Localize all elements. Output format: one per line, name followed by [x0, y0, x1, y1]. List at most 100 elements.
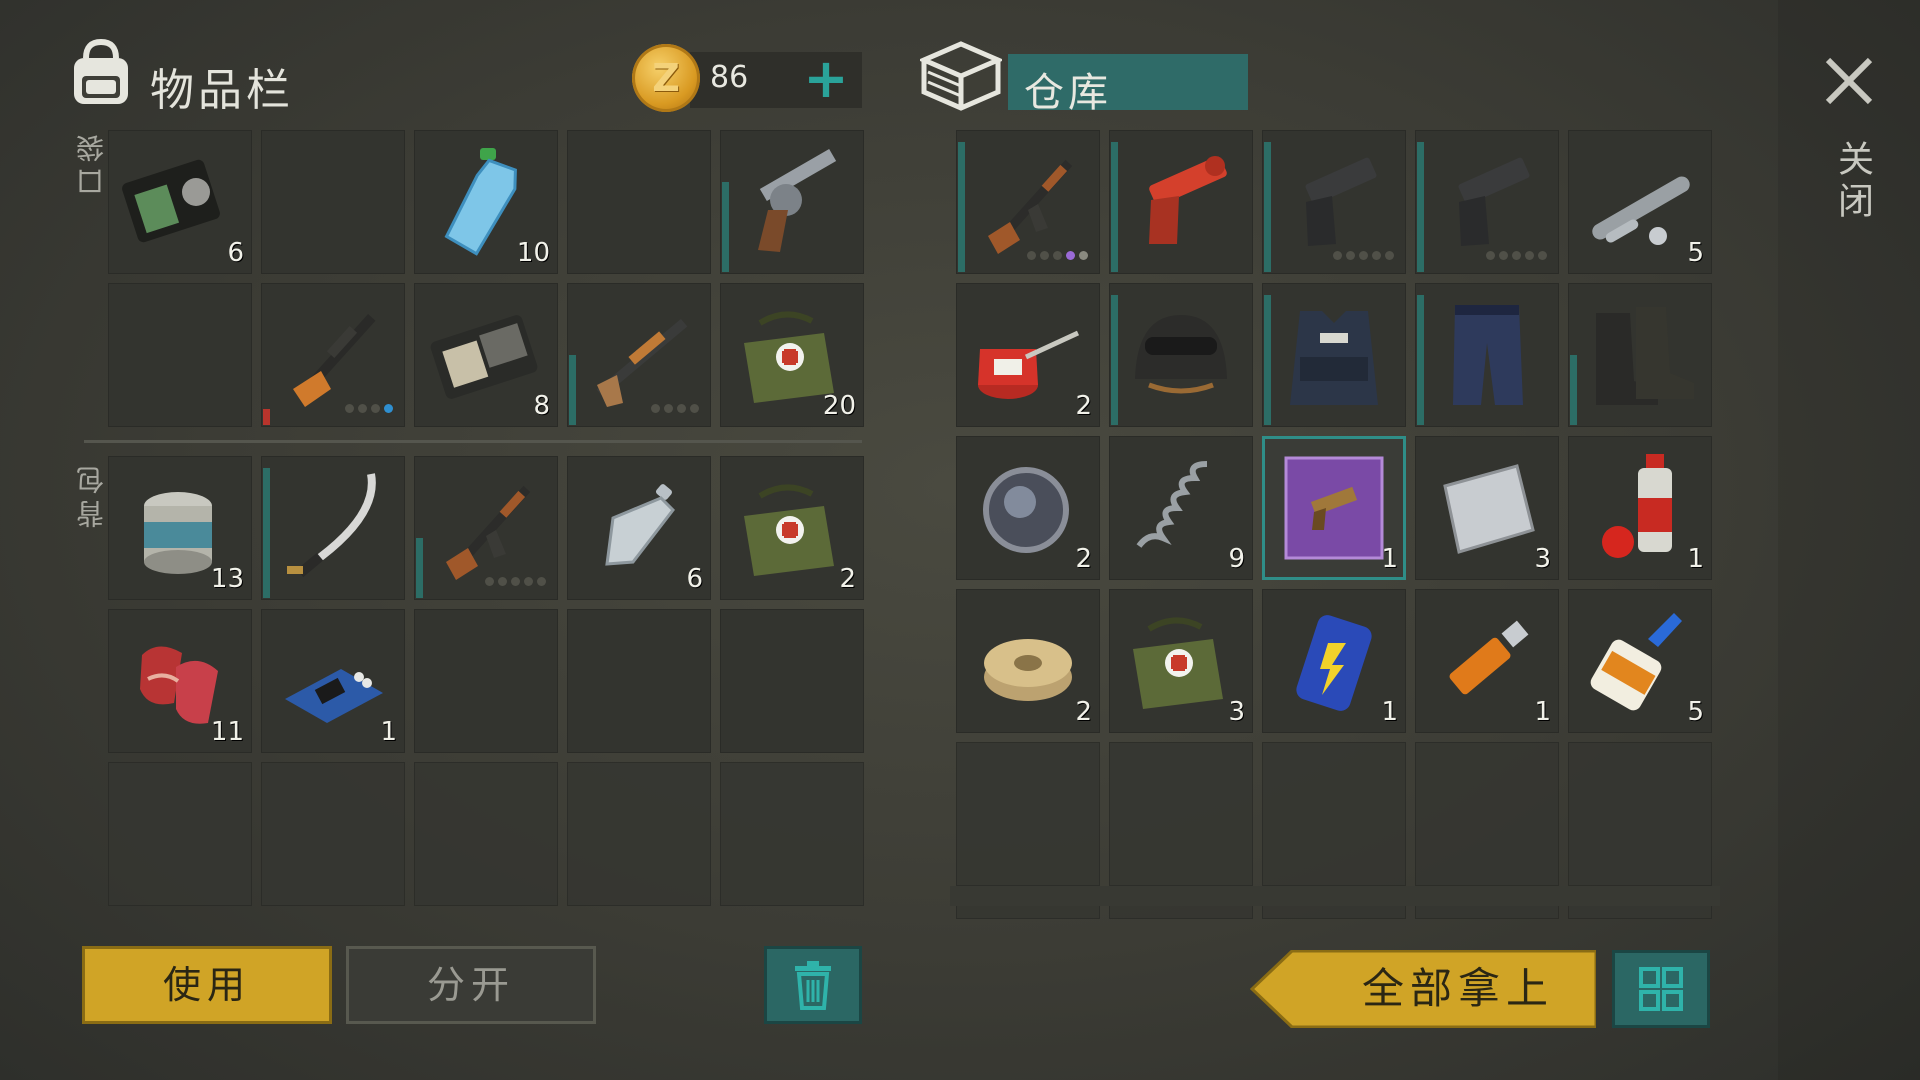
coin-icon: Z [632, 44, 700, 112]
storage-slot[interactable] [1415, 283, 1559, 427]
durability-bar [263, 409, 270, 425]
backpack-slot-empty[interactable] [414, 609, 558, 753]
upgrade-dots [1333, 251, 1394, 260]
storage-slot[interactable]: 1 [1262, 589, 1406, 733]
storage-title: 仓库 [1024, 70, 1112, 116]
pistol-icon [1458, 157, 1530, 246]
pocket-slot[interactable]: 10 [414, 130, 558, 274]
pocket-label: 口袋 [75, 128, 108, 196]
storage-slot[interactable] [1109, 283, 1253, 427]
upgrade-dots [345, 404, 393, 413]
wire-spool-icon [984, 639, 1072, 701]
empty-bottle-icon [605, 484, 675, 566]
storage-slot[interactable]: 2 [956, 589, 1100, 733]
item-quantity: 2 [1075, 697, 1092, 727]
backpack-slot[interactable]: 11 [108, 609, 252, 753]
durability-bar [1417, 142, 1424, 272]
pocket-slot[interactable] [720, 130, 864, 274]
backpack-slot[interactable] [261, 456, 405, 600]
medical-bag-icon [1133, 617, 1223, 709]
boots-icon [1596, 307, 1694, 405]
backpack-slot-empty[interactable] [414, 762, 558, 906]
oil-can-icon [978, 330, 1080, 399]
blueprint-icon [1284, 456, 1384, 560]
section-divider [84, 440, 862, 443]
energy-drink-icon [1296, 615, 1372, 711]
storage-slot[interactable] [1109, 130, 1253, 274]
lens-icon [983, 467, 1069, 553]
pocket-slot[interactable]: 20 [720, 283, 864, 427]
pocket-slot[interactable]: 6 [108, 130, 252, 274]
item-quantity: 1 [1381, 544, 1398, 574]
backpack-slot-empty[interactable] [720, 762, 864, 906]
durability-bar [722, 182, 729, 272]
medical-bag-icon [744, 484, 834, 576]
storage-crate-icon [920, 41, 1002, 111]
pocket-slot-empty[interactable] [108, 283, 252, 427]
storage-slot[interactable] [1415, 130, 1559, 274]
backpack-slot[interactable]: 6 [567, 456, 711, 600]
storage-slot[interactable] [1262, 283, 1406, 427]
item-quantity: 2 [1075, 544, 1092, 574]
storage-slot[interactable]: 3 [1109, 589, 1253, 733]
storage-slot[interactable]: 1 [1415, 589, 1559, 733]
storage-slot-empty[interactable] [1109, 742, 1253, 886]
trash-button[interactable] [764, 946, 862, 1024]
storage-slot[interactable]: 2 [956, 283, 1100, 427]
sort-button[interactable] [1612, 950, 1710, 1028]
inventory-title: 物品栏 [150, 65, 294, 116]
storage-slot[interactable]: 3 [1415, 436, 1559, 580]
storage-slot[interactable]: 1 [1262, 436, 1406, 580]
storage-slot[interactable]: 1 [1568, 436, 1712, 580]
usb-drive-icon [1449, 620, 1529, 695]
patrol-officer-wallet-icon [430, 315, 538, 399]
upgrade-dots [485, 577, 546, 586]
backpack-slot-empty[interactable] [108, 762, 252, 906]
storage-slot[interactable]: 5 [1568, 589, 1712, 733]
backpack-slot-empty[interactable] [720, 609, 864, 753]
upgrade-dots [651, 404, 699, 413]
item-quantity: 5 [1687, 238, 1704, 268]
item-quantity: 1 [1534, 697, 1551, 727]
backpack-slot[interactable]: 2 [720, 456, 864, 600]
storage-slot-empty[interactable] [1568, 742, 1712, 886]
pocket-slot[interactable] [567, 283, 711, 427]
backpack-slot[interactable]: 13 [108, 456, 252, 600]
add-coins-button[interactable]: + [800, 52, 852, 106]
gun-parts-icon [1592, 176, 1690, 245]
pistol-icon [1305, 157, 1377, 246]
storage-slot[interactable] [956, 130, 1100, 274]
split-button[interactable]: 分开 [346, 946, 596, 1024]
take-all-button[interactable]: 全部拿上 [1250, 950, 1596, 1028]
storage-slot-empty[interactable] [956, 742, 1100, 886]
metal-sheet-icon [1443, 464, 1535, 554]
backpack-slot-empty[interactable] [567, 762, 711, 906]
storage-scroll-edge [950, 886, 1720, 906]
durability-bar [958, 142, 965, 272]
pocket-slot-empty[interactable] [261, 130, 405, 274]
backpack-slot[interactable] [414, 456, 558, 600]
storage-slot[interactable]: 2 [956, 436, 1100, 580]
item-quantity: 13 [210, 564, 244, 594]
storage-slot[interactable]: 5 [1568, 130, 1712, 274]
backpack-slot-empty[interactable] [261, 762, 405, 906]
circuit-board-icon [285, 669, 383, 723]
use-button[interactable]: 使用 [82, 946, 332, 1024]
backpack-slot[interactable]: 1 [261, 609, 405, 753]
storage-slot[interactable] [1262, 130, 1406, 274]
storage-slot[interactable]: 9 [1109, 436, 1253, 580]
item-quantity: 8 [533, 391, 550, 421]
item-quantity: 3 [1228, 697, 1245, 727]
pocket-slot[interactable] [261, 283, 405, 427]
close-label[interactable]: 关闭 [1826, 140, 1878, 224]
item-quantity: 6 [686, 564, 703, 594]
storage-slot-empty[interactable] [1415, 742, 1559, 886]
close-icon[interactable] [1822, 54, 1876, 108]
storage-slot-empty[interactable] [1262, 742, 1406, 886]
backpack-slot-empty[interactable] [567, 609, 711, 753]
pocket-slot-empty[interactable] [567, 130, 711, 274]
item-quantity: 1 [1687, 544, 1704, 574]
storage-slot[interactable] [1568, 283, 1712, 427]
pocket-slot[interactable]: 8 [414, 283, 558, 427]
item-quantity: 2 [839, 564, 856, 594]
